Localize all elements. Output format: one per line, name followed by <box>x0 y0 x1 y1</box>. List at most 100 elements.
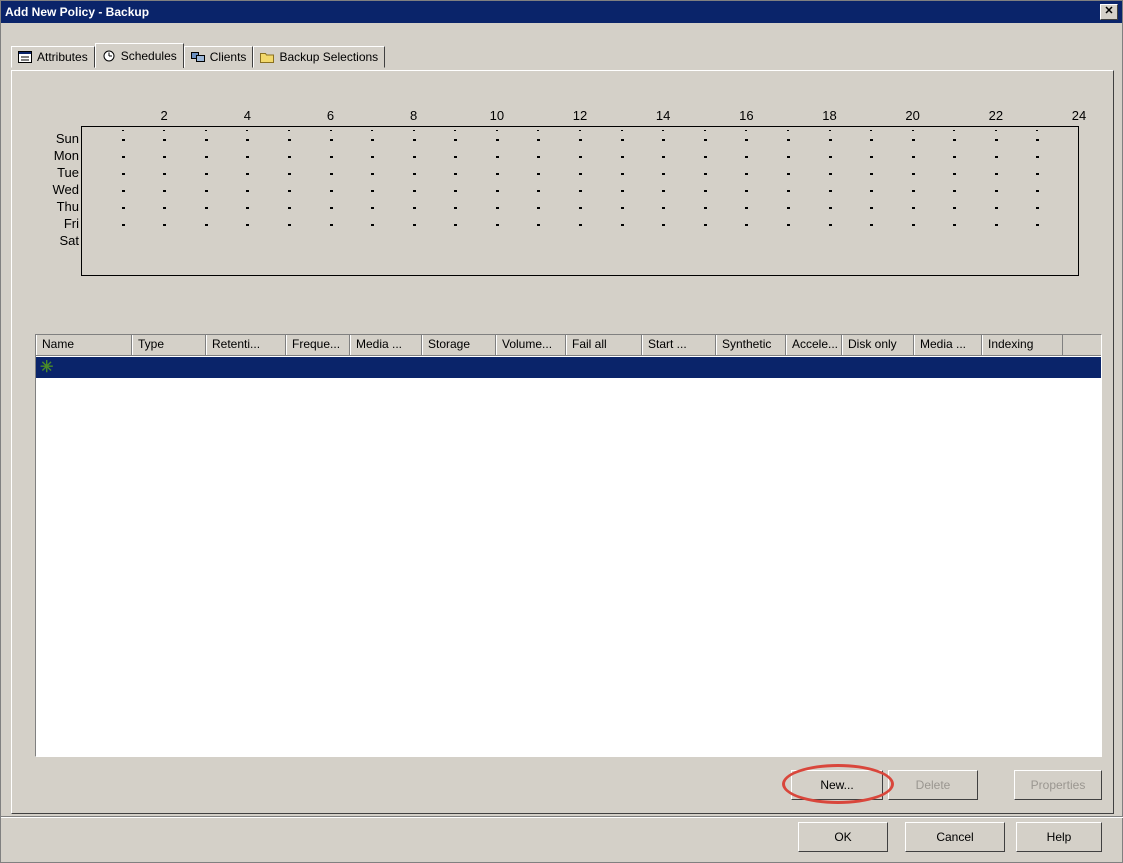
grid-dot <box>662 173 666 175</box>
new-item-icon: ✳ <box>40 359 54 376</box>
column-header[interactable]: Accele... <box>786 335 842 355</box>
grid-dot <box>828 156 832 158</box>
tab-clients-label: Clients <box>209 50 247 64</box>
grid-dot <box>246 173 250 175</box>
grid-dot <box>953 173 957 175</box>
grid-dot <box>745 130 748 131</box>
grid-dot <box>870 224 874 226</box>
schedules-list[interactable]: Name Type Retenti... Freque... Media ... Stor… <box>35 334 1102 757</box>
grid-dot <box>454 190 458 192</box>
column-header[interactable]: Freque... <box>286 335 350 355</box>
grid-dot <box>121 156 125 158</box>
grid-dot <box>287 156 291 158</box>
column-header[interactable]: Name <box>36 335 132 355</box>
grid-dot <box>1036 207 1040 209</box>
column-header[interactable]: Fail all <box>566 335 642 355</box>
grid-dot <box>329 207 333 209</box>
grid-dot <box>246 207 250 209</box>
grid-dot <box>579 207 582 209</box>
grid-dot <box>703 224 707 226</box>
column-header[interactable]: Disk only <box>842 335 914 355</box>
column-header[interactable]: Storage <box>422 335 496 355</box>
grid-dot <box>246 130 249 131</box>
grid-dot <box>121 224 125 226</box>
grid-dot <box>828 139 832 141</box>
day-label: Sun <box>55 131 79 146</box>
ok-button[interactable]: OK <box>798 822 888 852</box>
new-button[interactable]: New... <box>791 770 883 800</box>
grid-dot <box>537 130 540 131</box>
grid-dot <box>371 173 375 175</box>
column-header[interactable]: Indexing <box>982 335 1063 355</box>
delete-button[interactable]: Delete <box>888 770 978 800</box>
tab-schedules[interactable]: Schedules <box>94 43 184 68</box>
schedule-grid[interactable] <box>81 126 1079 276</box>
add-new-policy-dialog: Add New Policy - Backup ✕ Attributes Sch… <box>0 0 1123 863</box>
tab-attributes[interactable]: Attributes <box>11 46 95 68</box>
grid-dot <box>994 190 998 192</box>
close-button[interactable]: ✕ <box>1100 4 1118 20</box>
hour-label: 8 <box>410 108 418 123</box>
grid-dot <box>1036 139 1040 141</box>
new-schedule-row[interactable]: ✳ <box>36 357 1101 378</box>
grid-dot <box>204 190 208 192</box>
day-label: Tue <box>57 165 79 180</box>
column-header[interactable]: Type <box>132 335 206 355</box>
column-header[interactable]: Synthetic <box>716 335 786 355</box>
tab-backup-selections-label: Backup Selections <box>279 50 379 64</box>
tab-strip: Attributes Schedules Clients Backup Sele… <box>11 43 386 70</box>
hour-label: 18 <box>822 108 837 123</box>
grid-dot <box>204 156 208 158</box>
properties-button[interactable]: Properties <box>1014 770 1102 800</box>
column-header[interactable]: Media ... <box>350 335 422 355</box>
hour-label: 14 <box>655 108 671 123</box>
grid-dot <box>204 139 208 141</box>
grid-dot <box>662 207 666 209</box>
grid-dot <box>287 224 291 226</box>
grid-dot <box>745 190 749 192</box>
tab-attributes-label: Attributes <box>37 50 88 64</box>
tab-clients[interactable]: Clients <box>183 46 254 68</box>
grid-dot <box>537 139 541 141</box>
grid-dot <box>786 207 790 209</box>
help-button[interactable]: Help <box>1016 822 1102 852</box>
tab-backup-selections[interactable]: Backup Selections <box>253 46 386 68</box>
grid-dot <box>579 173 582 175</box>
column-header[interactable]: Start ... <box>642 335 716 355</box>
column-header[interactable]: Retenti... <box>206 335 286 355</box>
grid-dot <box>786 156 790 158</box>
grid-dot <box>745 173 749 175</box>
grid-dot <box>620 190 624 192</box>
grid-dot <box>786 139 790 141</box>
hour-label: 16 <box>739 108 754 123</box>
grid-dot <box>703 173 707 175</box>
cancel-button[interactable]: Cancel <box>905 822 1005 852</box>
title-bar: Add New Policy - Backup ✕ <box>1 1 1122 23</box>
grid-dot <box>620 207 624 209</box>
grid-dot <box>287 173 291 175</box>
grid-dot <box>994 207 998 209</box>
grid-dot <box>745 207 749 209</box>
grid-dot <box>662 190 666 192</box>
grid-dot <box>454 156 458 158</box>
grid-dot <box>579 224 582 226</box>
grid-dot <box>953 156 957 158</box>
grid-dot <box>454 224 458 226</box>
grid-dot <box>579 156 582 158</box>
weekly-schedule-chart: 2 4 6 8 10 12 14 16 18 20 22 24 Sun Mon Tue Wed Thu Fri S… <box>29 108 1091 282</box>
grid-dot <box>870 139 874 141</box>
grid-dot <box>745 156 749 158</box>
grid-dot <box>1036 190 1040 192</box>
grid-dot <box>287 207 291 209</box>
column-header[interactable]: Media ... <box>914 335 982 355</box>
grid-dot <box>371 156 375 158</box>
grid-dot <box>828 130 831 131</box>
grid-dot <box>745 224 749 226</box>
grid-dot <box>412 173 416 175</box>
hour-label: 10 <box>489 108 505 123</box>
grid-dot <box>579 139 582 141</box>
grid-dot <box>786 224 790 226</box>
grid-dot <box>994 130 997 131</box>
column-header[interactable]: Volume... <box>496 335 566 355</box>
grid-dot <box>620 173 624 175</box>
